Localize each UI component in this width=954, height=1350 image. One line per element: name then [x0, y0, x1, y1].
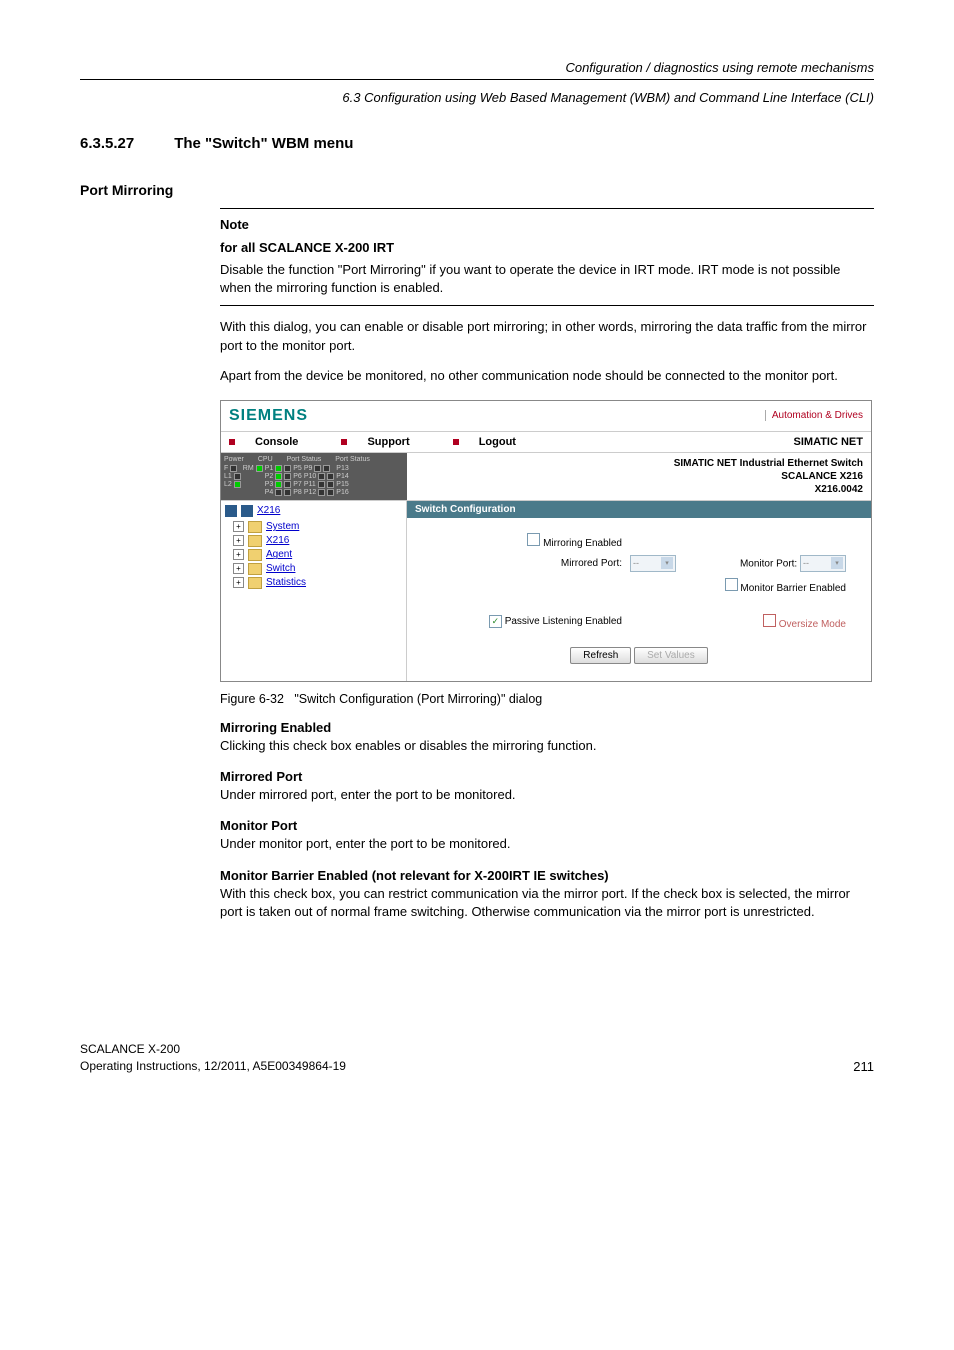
def-body-monitor-port: Under monitor port, enter the port to be…: [220, 835, 874, 853]
nav-grid-icon: [225, 505, 237, 517]
mirrored-port-label: Mirrored Port:: [561, 558, 622, 569]
nav-grid-icon: [241, 505, 253, 517]
device-info: SIMATIC NET Industrial Ethernet Switch S…: [407, 453, 871, 500]
logout-link[interactable]: Logout: [453, 436, 536, 448]
header-divider: [80, 79, 874, 80]
def-term-monitor-barrier: Monitor Barrier Enabled (not relevant fo…: [220, 868, 874, 883]
nav-item-agent[interactable]: + Agent: [233, 549, 402, 561]
nav-item-system[interactable]: + System: [233, 521, 402, 533]
header-chapter: Configuration / diagnostics using remote…: [80, 60, 874, 75]
footer-left: SCALANCE X-200 Operating Instructions, 1…: [80, 1041, 346, 1075]
bullet-icon: [341, 439, 347, 445]
mirroring-enabled-label: Mirroring Enabled: [543, 538, 622, 549]
folder-icon: [248, 563, 262, 575]
note-subtitle: for all SCALANCE X-200 IRT: [220, 240, 874, 255]
bullet-icon: [229, 439, 235, 445]
def-body-monitor-barrier: With this check box, you can restrict co…: [220, 885, 874, 921]
expand-icon[interactable]: +: [233, 535, 244, 546]
section-title: The "Switch" WBM menu: [174, 135, 353, 152]
page-number: 211: [853, 1059, 874, 1074]
console-link[interactable]: Console: [229, 436, 318, 448]
oversize-mode-label: Oversize Mode: [779, 619, 846, 630]
def-term-mirrored-port: Mirrored Port: [220, 769, 874, 784]
set-values-button[interactable]: Set Values: [634, 647, 708, 664]
subsection-title: Port Mirroring: [80, 182, 874, 198]
note-body: Disable the function "Port Mirroring" if…: [220, 261, 874, 297]
monitor-port-label: Monitor Port:: [740, 558, 797, 569]
folder-icon: [248, 577, 262, 589]
nav-root-link[interactable]: X216: [257, 505, 280, 516]
passive-listening-checkbox[interactable]: ✓: [489, 615, 502, 628]
mirrored-port-select[interactable]: -- ▾: [630, 555, 676, 572]
bullet-icon: [453, 439, 459, 445]
expand-icon[interactable]: +: [233, 577, 244, 588]
device-status-panel: Power CPU Port Status Port Status F L1 L…: [221, 453, 407, 500]
monitor-port-select[interactable]: -- ▾: [800, 555, 846, 572]
header-section: 6.3 Configuration using Web Based Manage…: [80, 90, 874, 105]
siemens-logo: SIEMENS: [229, 407, 308, 425]
figure-caption: Figure 6-32 "Switch Configuration (Port …: [220, 692, 874, 706]
def-body-mirroring-enabled: Clicking this check box enables or disab…: [220, 737, 874, 755]
def-term-mirroring-enabled: Mirroring Enabled: [220, 720, 874, 735]
monitor-barrier-checkbox[interactable]: [725, 578, 738, 591]
expand-icon[interactable]: +: [233, 521, 244, 532]
nav-item-x216[interactable]: + X216: [233, 535, 402, 547]
screenshot-container: SIEMENS Automation & Drives Console Supp…: [220, 400, 872, 682]
expand-icon[interactable]: +: [233, 563, 244, 574]
paragraph-2: Apart from the device be monitored, no o…: [220, 367, 874, 385]
chevron-down-icon: ▾: [661, 557, 673, 569]
paragraph-1: With this dialog, you can enable or disa…: [220, 318, 874, 354]
chevron-down-icon: ▾: [831, 557, 843, 569]
expand-icon[interactable]: +: [233, 549, 244, 560]
mirroring-enabled-checkbox[interactable]: [527, 533, 540, 546]
def-term-monitor-port: Monitor Port: [220, 818, 874, 833]
def-body-mirrored-port: Under mirrored port, enter the port to b…: [220, 786, 874, 804]
nav-item-switch[interactable]: + Switch: [233, 563, 402, 575]
passive-listening-label: Passive Listening Enabled: [505, 616, 622, 627]
note-label: Note: [220, 217, 874, 232]
folder-icon: [248, 521, 262, 533]
note-block: Note for all SCALANCE X-200 IRT Disable …: [220, 208, 874, 306]
navigation-tree: X216 + System + X216 +: [221, 501, 407, 681]
oversize-mode-checkbox[interactable]: [763, 614, 776, 627]
refresh-button[interactable]: Refresh: [570, 647, 631, 664]
simatic-net-label: SIMATIC NET: [794, 436, 863, 448]
folder-icon: [248, 535, 262, 547]
nav-item-statistics[interactable]: + Statistics: [233, 577, 402, 589]
folder-icon: [248, 549, 262, 561]
content-title: Switch Configuration: [407, 501, 871, 518]
monitor-barrier-label: Monitor Barrier Enabled: [740, 583, 846, 594]
automation-drives-label: Automation & Drives: [765, 410, 863, 421]
section-number: 6.3.5.27: [80, 135, 134, 152]
support-link[interactable]: Support: [341, 436, 429, 448]
